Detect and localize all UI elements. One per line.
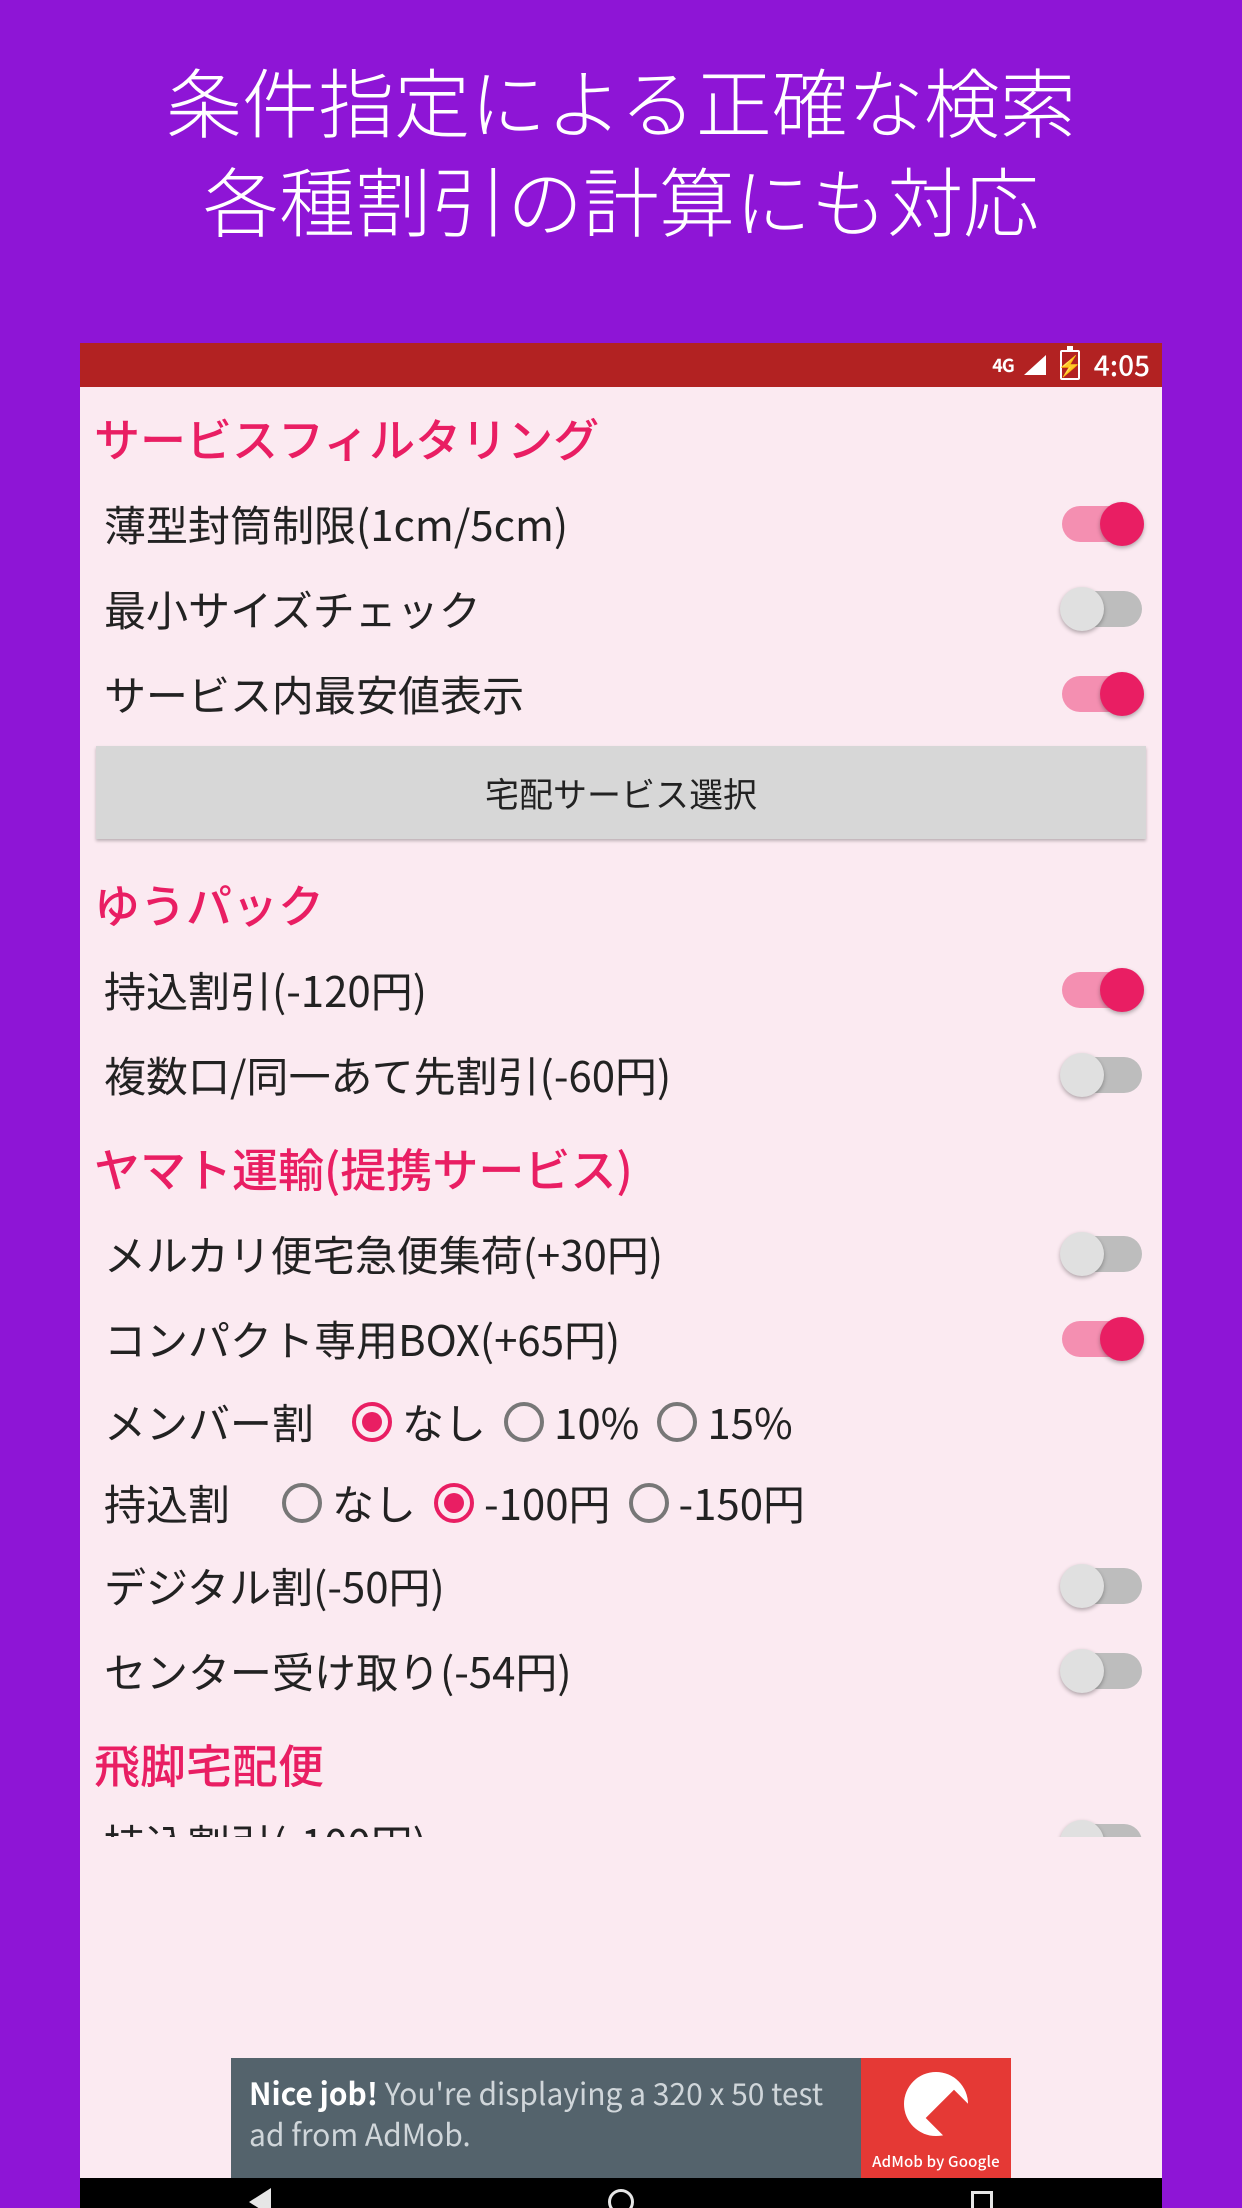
admob-icon: [904, 2072, 968, 2136]
label-yupack-multidst: 複数口/同一あて先割引(-60円): [104, 1044, 671, 1105]
android-nav-bar: [80, 2178, 1162, 2208]
radio-member-10[interactable]: 10%: [504, 1391, 639, 1452]
row-sagawa-bringin-partial: 持込割引(-100円): [92, 1807, 1150, 1837]
radio-text: -150円: [679, 1472, 806, 1533]
radio-text: なし: [332, 1472, 416, 1533]
label-mercari-pickup: メルカリ便宅急便集荷(+30円): [104, 1223, 663, 1284]
toggle-center-receive[interactable]: [1062, 1653, 1142, 1689]
section-title-filtering: サービスフィルタリング: [92, 387, 1150, 481]
radio-member-none[interactable]: なし: [352, 1391, 486, 1452]
label-sagawa-bringin: 持込割引(-100円): [104, 1812, 427, 1838]
signal-icon: [1024, 355, 1046, 375]
label-member-discount: メンバー割: [104, 1391, 334, 1452]
radio-icon: [434, 1483, 474, 1523]
label-digital-discount: デジタル割(-50円): [104, 1555, 445, 1616]
radio-text: 10%: [554, 1391, 639, 1452]
row-digital-discount: デジタル割(-50円): [92, 1543, 1150, 1628]
service-select-button[interactable]: 宅配サービス選択: [96, 746, 1146, 839]
radio-bringin-100[interactable]: -100円: [434, 1472, 611, 1533]
radio-text: 15%: [707, 1391, 792, 1452]
network-4g-icon: 4G: [992, 352, 1014, 378]
ad-strong: Nice job!: [249, 2070, 378, 2114]
ad-brand-box: AdMob by Google: [861, 2058, 1011, 2178]
row-yupack-bringin: 持込割引(-120円): [92, 947, 1150, 1032]
row-mercari-pickup: メルカリ便宅急便集荷(+30円): [92, 1211, 1150, 1296]
toggle-yupack-multidst[interactable]: [1062, 1057, 1142, 1093]
radio-icon: [352, 1402, 392, 1442]
battery-charging-icon: ⚡: [1060, 350, 1080, 380]
toggle-digital-discount[interactable]: [1062, 1568, 1142, 1604]
label-center-receive: センター受け取り(-54円): [104, 1640, 572, 1701]
hero-headline: 条件指定による正確な検索 各種割引の計算にも対応: [0, 0, 1242, 248]
toggle-mercari-pickup[interactable]: [1062, 1236, 1142, 1272]
toggle-cheapest[interactable]: [1062, 676, 1142, 712]
row-cheapest: サービス内最安値表示: [92, 651, 1150, 736]
section-title-yupack: ゆうパック: [92, 853, 1150, 947]
row-center-receive: センター受け取り(-54円): [92, 1628, 1150, 1713]
radio-bringin-none[interactable]: なし: [282, 1472, 416, 1533]
phone-frame: 4G ⚡ 4:05 サービスフィルタリング 薄型封筒制限(1cm/5cm) 最小…: [80, 343, 1162, 2208]
nav-home-icon[interactable]: [608, 2189, 634, 2208]
row-yupack-multidst: 複数口/同一あて先割引(-60円): [92, 1032, 1150, 1117]
nav-back-icon[interactable]: [249, 2188, 271, 2208]
ad-text: Nice job! You're displaying a 320 x 50 t…: [231, 2058, 861, 2178]
row-bringin-discount: 持込割 なし -100円 -150円: [92, 1462, 1150, 1543]
radio-icon: [504, 1402, 544, 1442]
label-bringin-discount: 持込割: [104, 1472, 264, 1533]
nav-recent-icon[interactable]: [971, 2191, 993, 2208]
radio-bringin-150[interactable]: -150円: [629, 1472, 806, 1533]
radio-icon: [657, 1402, 697, 1442]
radio-member-15[interactable]: 15%: [657, 1391, 792, 1452]
admob-label: AdMob by Google: [872, 2151, 1000, 2172]
radio-icon: [629, 1483, 669, 1523]
radio-text: -100円: [484, 1472, 611, 1533]
label-cheapest: サービス内最安値表示: [104, 663, 524, 724]
section-title-sagawa: 飛脚宅配便: [92, 1713, 1150, 1807]
status-time: 4:05: [1094, 345, 1150, 385]
label-yupack-bringin: 持込割引(-120円): [104, 959, 427, 1020]
ad-banner[interactable]: Nice job! You're displaying a 320 x 50 t…: [231, 2058, 1011, 2178]
status-bar: 4G ⚡ 4:05: [80, 343, 1162, 387]
toggle-min-size[interactable]: [1062, 591, 1142, 627]
label-min-size: 最小サイズチェック: [104, 578, 481, 639]
label-compact-box: コンパクト専用BOX(+65円): [104, 1308, 620, 1369]
row-thin-envelope: 薄型封筒制限(1cm/5cm): [92, 481, 1150, 566]
row-member-discount: メンバー割 なし 10% 15%: [92, 1381, 1150, 1462]
section-title-yamato: ヤマト運輸(提携サービス): [92, 1117, 1150, 1211]
radio-icon: [282, 1483, 322, 1523]
toggle-yupack-bringin[interactable]: [1062, 972, 1142, 1008]
radio-text: なし: [402, 1391, 486, 1452]
hero-line-2: 各種割引の計算にも対応: [0, 149, 1242, 248]
toggle-thin-envelope[interactable]: [1062, 506, 1142, 542]
row-min-size: 最小サイズチェック: [92, 566, 1150, 651]
label-thin-envelope: 薄型封筒制限(1cm/5cm): [104, 493, 568, 554]
toggle-sagawa-bringin[interactable]: [1062, 1824, 1142, 1837]
row-compact-box: コンパクト専用BOX(+65円): [92, 1296, 1150, 1381]
hero-line-1: 条件指定による正確な検索: [0, 50, 1242, 149]
toggle-compact-box[interactable]: [1062, 1321, 1142, 1357]
